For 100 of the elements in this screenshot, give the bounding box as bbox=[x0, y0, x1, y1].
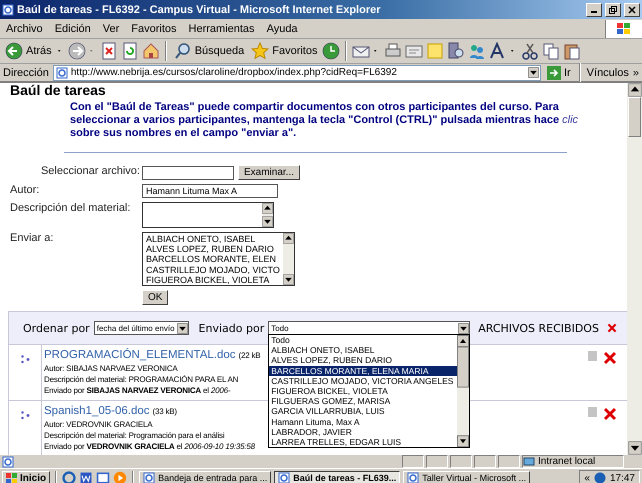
dropdown-option[interactable]: BARCELLOS MORANTE, ELENA MARIA bbox=[269, 366, 458, 376]
browse-button[interactable]: Examinar... bbox=[238, 165, 300, 180]
field-label: Descripción del material: bbox=[10, 202, 130, 214]
file-description: Descripción del material: PROGRAMACIÓN PARA EL AN bbox=[44, 374, 238, 385]
more-chevron[interactable]: » bbox=[632, 66, 639, 78]
file-size: (22 kB bbox=[238, 350, 260, 361]
taskbar-button[interactable]: Taller Virtual - Microsoft ... bbox=[403, 470, 530, 483]
scroll-up-button[interactable] bbox=[628, 83, 642, 97]
home-icon[interactable] bbox=[142, 42, 160, 60]
go-button[interactable]: Ir bbox=[544, 66, 573, 80]
dropdown-option[interactable]: ALVES LOPEZ, RUBEN DARIO bbox=[269, 355, 458, 366]
menu-item[interactable]: Ayuda bbox=[260, 22, 304, 34]
received-files-title: ARCHIVOS RECIBIDOS bbox=[478, 322, 599, 334]
file-link[interactable]: PROGRAMACIÓN_ELEMENTAL.doc bbox=[44, 348, 236, 363]
zone-label: Intranet local bbox=[538, 456, 596, 467]
minimize-button[interactable] bbox=[586, 2, 602, 16]
window-icon[interactable] bbox=[96, 471, 110, 483]
clock: 17:47 bbox=[610, 472, 635, 483]
vertical-scrollbar[interactable] bbox=[627, 83, 642, 455]
address-label: Dirección bbox=[3, 66, 49, 78]
refresh-icon[interactable] bbox=[120, 42, 139, 60]
description-textarea[interactable] bbox=[142, 202, 274, 228]
field-label: Seleccionar archivo: bbox=[40, 165, 140, 177]
sort-select[interactable]: fecha del último envío bbox=[94, 321, 189, 335]
author-input-field[interactable]: Hamann Lituma Max A bbox=[142, 184, 278, 198]
sort-label: Ordenar por bbox=[23, 322, 90, 334]
delete-icon[interactable] bbox=[603, 407, 617, 421]
windows-flag-icon bbox=[616, 22, 632, 36]
browser-icon[interactable] bbox=[62, 471, 76, 483]
dropdown-option[interactable]: FILGUERAS GOMEZ, MARISA bbox=[269, 396, 458, 406]
dropdown-option[interactable]: ALBIACH ONETO, ISABEL bbox=[269, 345, 458, 356]
windows-flag-icon bbox=[6, 472, 18, 483]
file-input-field[interactable] bbox=[142, 166, 234, 180]
scroll-down-button[interactable] bbox=[628, 441, 642, 455]
scroll-up-button[interactable] bbox=[262, 203, 273, 214]
search-button[interactable]: Búsqueda bbox=[172, 42, 246, 60]
intro-paragraph: Con el "Baúl de Tareas" puede compartir documentos con otros participantes del curso. Para seleccionar a varios participantes, mantenga la tecla "Control (CTRL)" pulsada mientras hace clic sobre sus nombres en el campo "enviar a". bbox=[70, 101, 580, 140]
ok-button[interactable]: OK bbox=[142, 290, 168, 305]
file-sent-info: Enviado por VEDROVNIK GRACIELA el 2006-09-10 19:35:58 bbox=[44, 441, 255, 452]
menu-item[interactable]: Archivo bbox=[0, 22, 49, 34]
field-label: Autor: bbox=[10, 184, 40, 196]
menu-item[interactable]: Ver bbox=[96, 22, 126, 34]
cut-icon[interactable] bbox=[521, 42, 540, 60]
page-heading: Baúl de tareas bbox=[10, 83, 106, 98]
file-author: Autor: VEDROVNIK GRACIELA bbox=[44, 419, 152, 430]
dropdown-scrollbar[interactable] bbox=[457, 335, 470, 448]
scroll-down-button[interactable] bbox=[282, 274, 294, 285]
dropdown-option[interactable]: LARREA TRELLES, EDGAR LUIS bbox=[269, 437, 458, 448]
dropdown-option[interactable]: Hamann Lituma, Max A bbox=[269, 416, 458, 427]
file-size: (33 kB) bbox=[152, 406, 177, 417]
show-hidden-icons-button[interactable]: « bbox=[584, 472, 590, 483]
taskbar-button[interactable]: Baúl de tareas - FL639... bbox=[274, 470, 400, 483]
restore-icon bbox=[609, 6, 617, 14]
history-icon[interactable] bbox=[322, 42, 340, 60]
menu-item[interactable]: Edición bbox=[48, 22, 97, 34]
file-sent-info: Enviado por SIBAJAS NARVAEZ VERONICA el 2006- bbox=[44, 385, 230, 396]
stop-icon[interactable] bbox=[100, 42, 118, 60]
start-button[interactable]: Inicio bbox=[2, 470, 50, 483]
computer-icon bbox=[523, 456, 535, 466]
window-page-icon bbox=[278, 472, 290, 483]
back-button[interactable]: Atrás bbox=[3, 42, 54, 60]
window-page-icon bbox=[407, 472, 420, 483]
text-lines-icon[interactable] bbox=[588, 351, 597, 361]
paste-icon[interactable] bbox=[563, 42, 582, 60]
close-icon bbox=[628, 6, 636, 14]
sender-select[interactable]: Todo bbox=[268, 321, 470, 335]
address-field[interactable]: http://www.nebrija.es/cursos/claroline/dropbox/index.php?cidReq=FL6392 bbox=[52, 64, 541, 80]
sender-label: Enviado por bbox=[198, 322, 264, 334]
delete-icon[interactable] bbox=[606, 321, 617, 335]
menu-item[interactable]: Herramientas bbox=[182, 22, 261, 34]
recipients-listbox[interactable]: ALBIACH ONETO, ISABEL ALVES LOPEZ, RUBEN DARIO BARCELLOS MORANTE, ELEN CASTRILLEJO MOJADO, VICTO FIGUEROA BICKEL, VIOLETA bbox=[142, 232, 295, 286]
dropdown-option[interactable]: GARCIA VILLARRUBIA, LUIS bbox=[269, 406, 458, 417]
scroll-down-button[interactable] bbox=[262, 216, 273, 227]
taskbar-button[interactable]: Bandeja de entrada para ... bbox=[139, 470, 272, 483]
dropdown-option[interactable]: FIGUEROA BICKEL, VIOLETA bbox=[269, 386, 458, 396]
go-arrow-icon bbox=[546, 66, 561, 80]
scroll-up-button[interactable] bbox=[282, 233, 294, 244]
document-w-icon[interactable] bbox=[79, 471, 94, 483]
file-description: Descripción del material: Programación para el análisi bbox=[44, 430, 224, 441]
dropdown-option[interactable]: LABRADOR, JAVIER bbox=[269, 426, 458, 438]
file-author: Autor: SIBAJAS NARVAEZ VERONICA bbox=[44, 363, 178, 374]
copy-icon[interactable] bbox=[542, 42, 560, 60]
browser-page-icon bbox=[2, 4, 14, 16]
window-page-icon bbox=[143, 472, 156, 483]
page-icon bbox=[56, 66, 68, 78]
text-lines-icon[interactable] bbox=[588, 407, 597, 417]
file-link[interactable]: Spanish1_05-06.doc bbox=[44, 404, 150, 419]
favorites-button[interactable]: Favoritos bbox=[249, 42, 320, 60]
links-label[interactable]: Vínculos bbox=[586, 66, 629, 78]
restore-button[interactable] bbox=[605, 2, 621, 16]
scroll-thumb[interactable] bbox=[628, 97, 641, 137]
dots-icon bbox=[20, 411, 30, 420]
close-button[interactable] bbox=[624, 2, 640, 16]
star-icon bbox=[251, 42, 270, 60]
delete-icon[interactable] bbox=[603, 351, 617, 365]
dropdown-option[interactable]: Todo bbox=[269, 335, 458, 346]
dropdown-option[interactable]: CASTRILLEJO MOJADO, VICTORIA ANGELES bbox=[269, 376, 458, 386]
menu-item[interactable]: Favoritos bbox=[125, 22, 183, 34]
minimize-icon bbox=[591, 11, 597, 13]
window-title: Baúl de tareas - FL6392 - Campus Virtual - Microsoft Internet Explorer bbox=[17, 4, 382, 16]
